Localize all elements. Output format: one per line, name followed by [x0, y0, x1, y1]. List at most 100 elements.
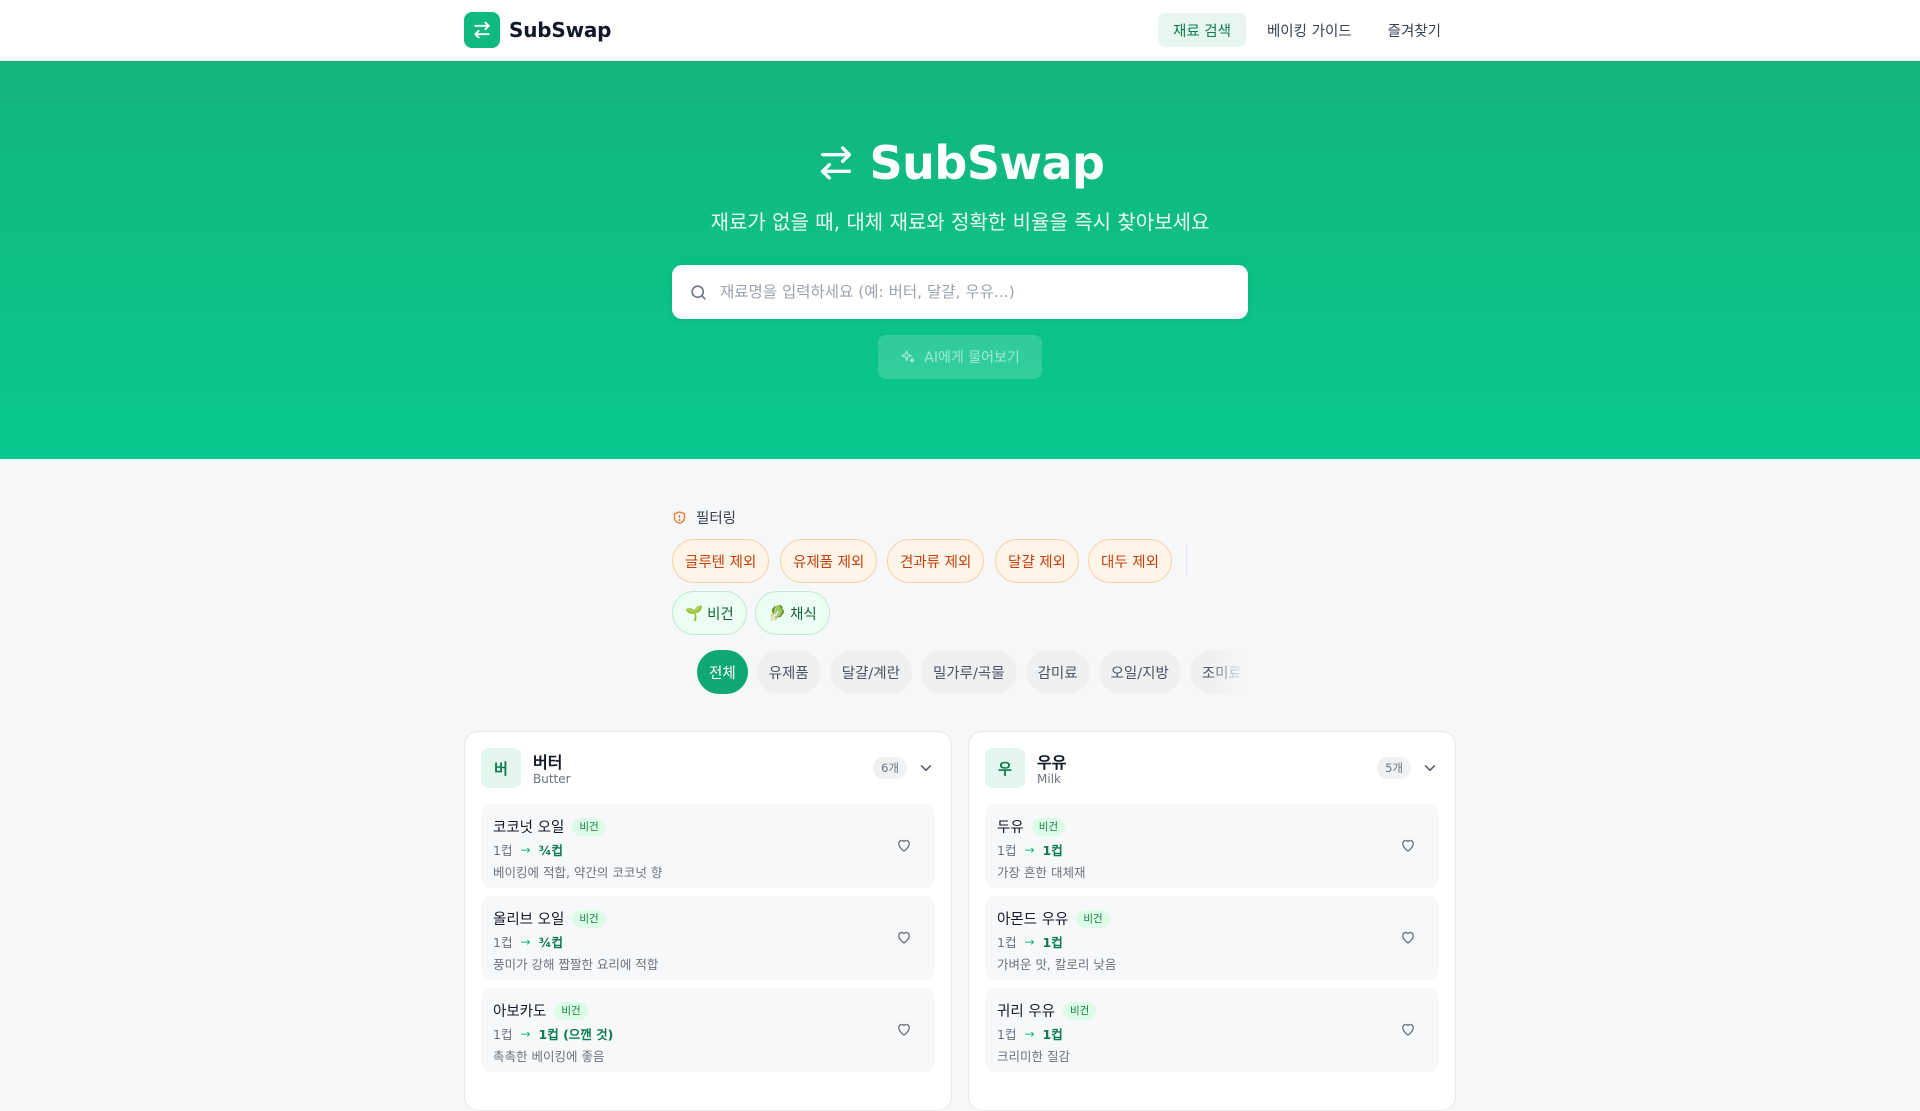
substitute-item[interactable]: 올리브 오일 비건 1컵 → ¾컵 풍미가 강해 짭짤한 요리에 적합	[481, 896, 935, 980]
category-tabs: 전체 유제품 달걀/계란 밀가루/곡물 감미료 오일/지방 조미료	[697, 650, 1248, 696]
substitute-name-row: 아보카도 비건	[493, 1000, 588, 1021]
tab-dairy[interactable]: 유제품	[756, 650, 821, 694]
substitute-item[interactable]: 두유 비건 1컵 → 1컵 가장 흔한 대체재	[985, 804, 1439, 888]
arrow-right-icon: →	[520, 842, 531, 857]
substitute-item[interactable]: 코코넛 오일 비건 1컵 → ¾컵 베이킹에 적합, 약간의 코코넛 향	[481, 804, 935, 888]
nav-link-ingredient-search[interactable]: 재료 검색	[1158, 13, 1246, 47]
substitute-description: 베이킹에 적합, 약간의 코코넛 향	[493, 865, 663, 880]
card-header[interactable]: 버 버터 Butter 6개	[481, 748, 935, 788]
substitute-description: 가장 흔한 대체재	[997, 865, 1086, 880]
ratio-from: 1컵	[997, 843, 1017, 858]
ask-ai-button[interactable]: AI에게 물어보기	[878, 335, 1042, 379]
substitute-count-badge: 6개	[873, 757, 907, 779]
top-navbar: SubSwap 재료 검색 베이킹 가이드 즐겨찾기	[0, 0, 1920, 61]
brand[interactable]: SubSwap	[464, 12, 611, 48]
ratio-to: 1컵 (으깬 것)	[538, 1027, 614, 1042]
chip-dairy-free[interactable]: 유제품 제외	[780, 539, 878, 583]
arrow-right-icon: →	[1024, 1026, 1035, 1041]
chip-nut-free[interactable]: 견과류 제외	[887, 539, 985, 583]
ingredient-title: 우유	[1037, 753, 1067, 772]
shield-icon	[673, 511, 686, 524]
substitute-description: 풍미가 강해 짭짤한 요리에 적합	[493, 957, 659, 972]
ratio-to: 1컵	[1042, 843, 1063, 858]
arrow-right-icon: →	[520, 934, 531, 949]
ratio-from: 1컵	[997, 1027, 1017, 1042]
ingredient-search-input[interactable]	[720, 283, 1248, 301]
substitute-ratio: 1컵 → 1컵	[997, 840, 1063, 859]
ingredient-english-name: Butter	[533, 772, 571, 786]
substitute-name: 아보카도	[493, 1004, 547, 1020]
swap-icon	[820, 146, 851, 180]
arrow-right-icon: →	[1024, 934, 1035, 949]
ingredient-english-name: Milk	[1037, 772, 1061, 786]
ratio-to: ¾컵	[538, 935, 563, 950]
seedling-icon: 🌱	[685, 605, 704, 622]
ask-ai-label: AI에게 물어보기	[924, 350, 1020, 366]
tab-oil-fat[interactable]: 오일/지방	[1098, 650, 1181, 694]
substitute-name: 코코넛 오일	[493, 820, 565, 836]
heart-icon[interactable]	[895, 928, 913, 946]
substitute-description: 크리미한 질감	[997, 1049, 1070, 1064]
vegan-tag: 비건	[572, 817, 606, 836]
ingredient-initial: 버	[481, 748, 521, 788]
chip-vegan-label: 비건	[707, 606, 734, 623]
arrow-right-icon: →	[520, 1026, 531, 1041]
substitute-name-row: 두유 비건	[997, 816, 1066, 837]
chevron-down-icon[interactable]	[917, 759, 935, 777]
filter-divider	[1186, 546, 1187, 576]
category-scroll-fade	[1208, 650, 1248, 696]
swap-logo-icon	[464, 12, 500, 48]
tab-all[interactable]: 전체	[697, 650, 748, 694]
filter-heading-label: 필터링	[696, 511, 737, 527]
ratio-to: 1컵	[1042, 1027, 1063, 1042]
heart-icon[interactable]	[895, 836, 913, 854]
substitute-count-badge: 5개	[1377, 757, 1411, 779]
card-header[interactable]: 우 우유 Milk 5개	[985, 748, 1439, 788]
vegan-tag: 비건	[1062, 1001, 1097, 1020]
heart-icon[interactable]	[1399, 928, 1417, 946]
substitute-name: 올리브 오일	[493, 912, 565, 928]
tab-eggs[interactable]: 달걀/계란	[829, 650, 912, 694]
substitute-description: 가벼운 맛, 칼로리 낮음	[997, 957, 1117, 972]
vegan-tag: 비건	[1031, 817, 1066, 836]
tab-sweeteners[interactable]: 감미료	[1025, 650, 1090, 694]
substitute-ratio: 1컵 → ¾컵	[493, 840, 563, 859]
ingredient-card-butter: 버 버터 Butter 6개 코코넛 오일 비건 1컵 → ¾컵 베이킹에 적합…	[464, 731, 952, 1111]
search-icon	[691, 284, 706, 300]
ratio-from: 1컵	[493, 1027, 513, 1042]
substitute-item[interactable]: 아몬드 우유 비건 1컵 → 1컵 가벼운 맛, 칼로리 낮음	[985, 896, 1439, 980]
substitute-item[interactable]: 귀리 우유 비건 1컵 → 1컵 크리미한 질감	[985, 988, 1439, 1072]
heart-icon[interactable]	[1399, 1020, 1417, 1038]
substitute-name-row: 올리브 오일 비건	[493, 908, 606, 929]
substitute-ratio: 1컵 → 1컵	[997, 1024, 1063, 1043]
ratio-from: 1컵	[493, 935, 513, 950]
ingredient-title: 버터	[533, 753, 563, 772]
brand-name: SubSwap	[509, 18, 612, 42]
nav-link-favorites[interactable]: 즐겨찾기	[1373, 13, 1456, 47]
ingredient-initial: 우	[985, 748, 1025, 788]
chip-gluten-free[interactable]: 글루텐 제외	[672, 539, 770, 583]
hero-subtitle: 재료가 없을 때, 대체 재료와 정확한 비율을 즉시 찾아보세요	[710, 210, 1210, 234]
vegan-tag: 비건	[1076, 909, 1110, 928]
substitute-name: 귀리 우유	[997, 1004, 1055, 1020]
nav-link-baking-guide[interactable]: 베이킹 가이드	[1252, 13, 1367, 47]
sparkles-icon	[901, 350, 915, 363]
substitute-item[interactable]: 아보카도 비건 1컵 → 1컵 (으깬 것) 촉촉한 베이킹에 좋음	[481, 988, 935, 1072]
chevron-down-icon[interactable]	[1421, 759, 1439, 777]
chip-vegetarian-label: 채식	[790, 606, 817, 623]
chip-vegan[interactable]: 🌱 비건	[672, 591, 747, 635]
chip-soy-free[interactable]: 대두 제외	[1088, 539, 1172, 583]
hero-title: SubSwap	[0, 136, 1920, 190]
vegan-tag: 비건	[554, 1001, 588, 1020]
tab-flour-grains[interactable]: 밀가루/곡물	[920, 650, 1017, 694]
ratio-from: 1컵	[493, 843, 513, 858]
hero-title-text: SubSwap	[869, 136, 1105, 190]
arrow-right-icon: →	[1024, 842, 1035, 857]
filter-heading: 필터링	[672, 507, 736, 528]
chip-vegetarian[interactable]: 🥬 채식	[755, 591, 830, 635]
chip-egg-free[interactable]: 달걀 제외	[995, 539, 1079, 583]
heart-icon[interactable]	[1399, 836, 1417, 854]
substitute-description: 촉촉한 베이킹에 좋음	[493, 1049, 605, 1064]
ingredient-card-milk: 우 우유 Milk 5개 두유 비건 1컵 → 1컵 가장 흔한 대체재 아몬드…	[968, 731, 1456, 1111]
heart-icon[interactable]	[895, 1020, 913, 1038]
